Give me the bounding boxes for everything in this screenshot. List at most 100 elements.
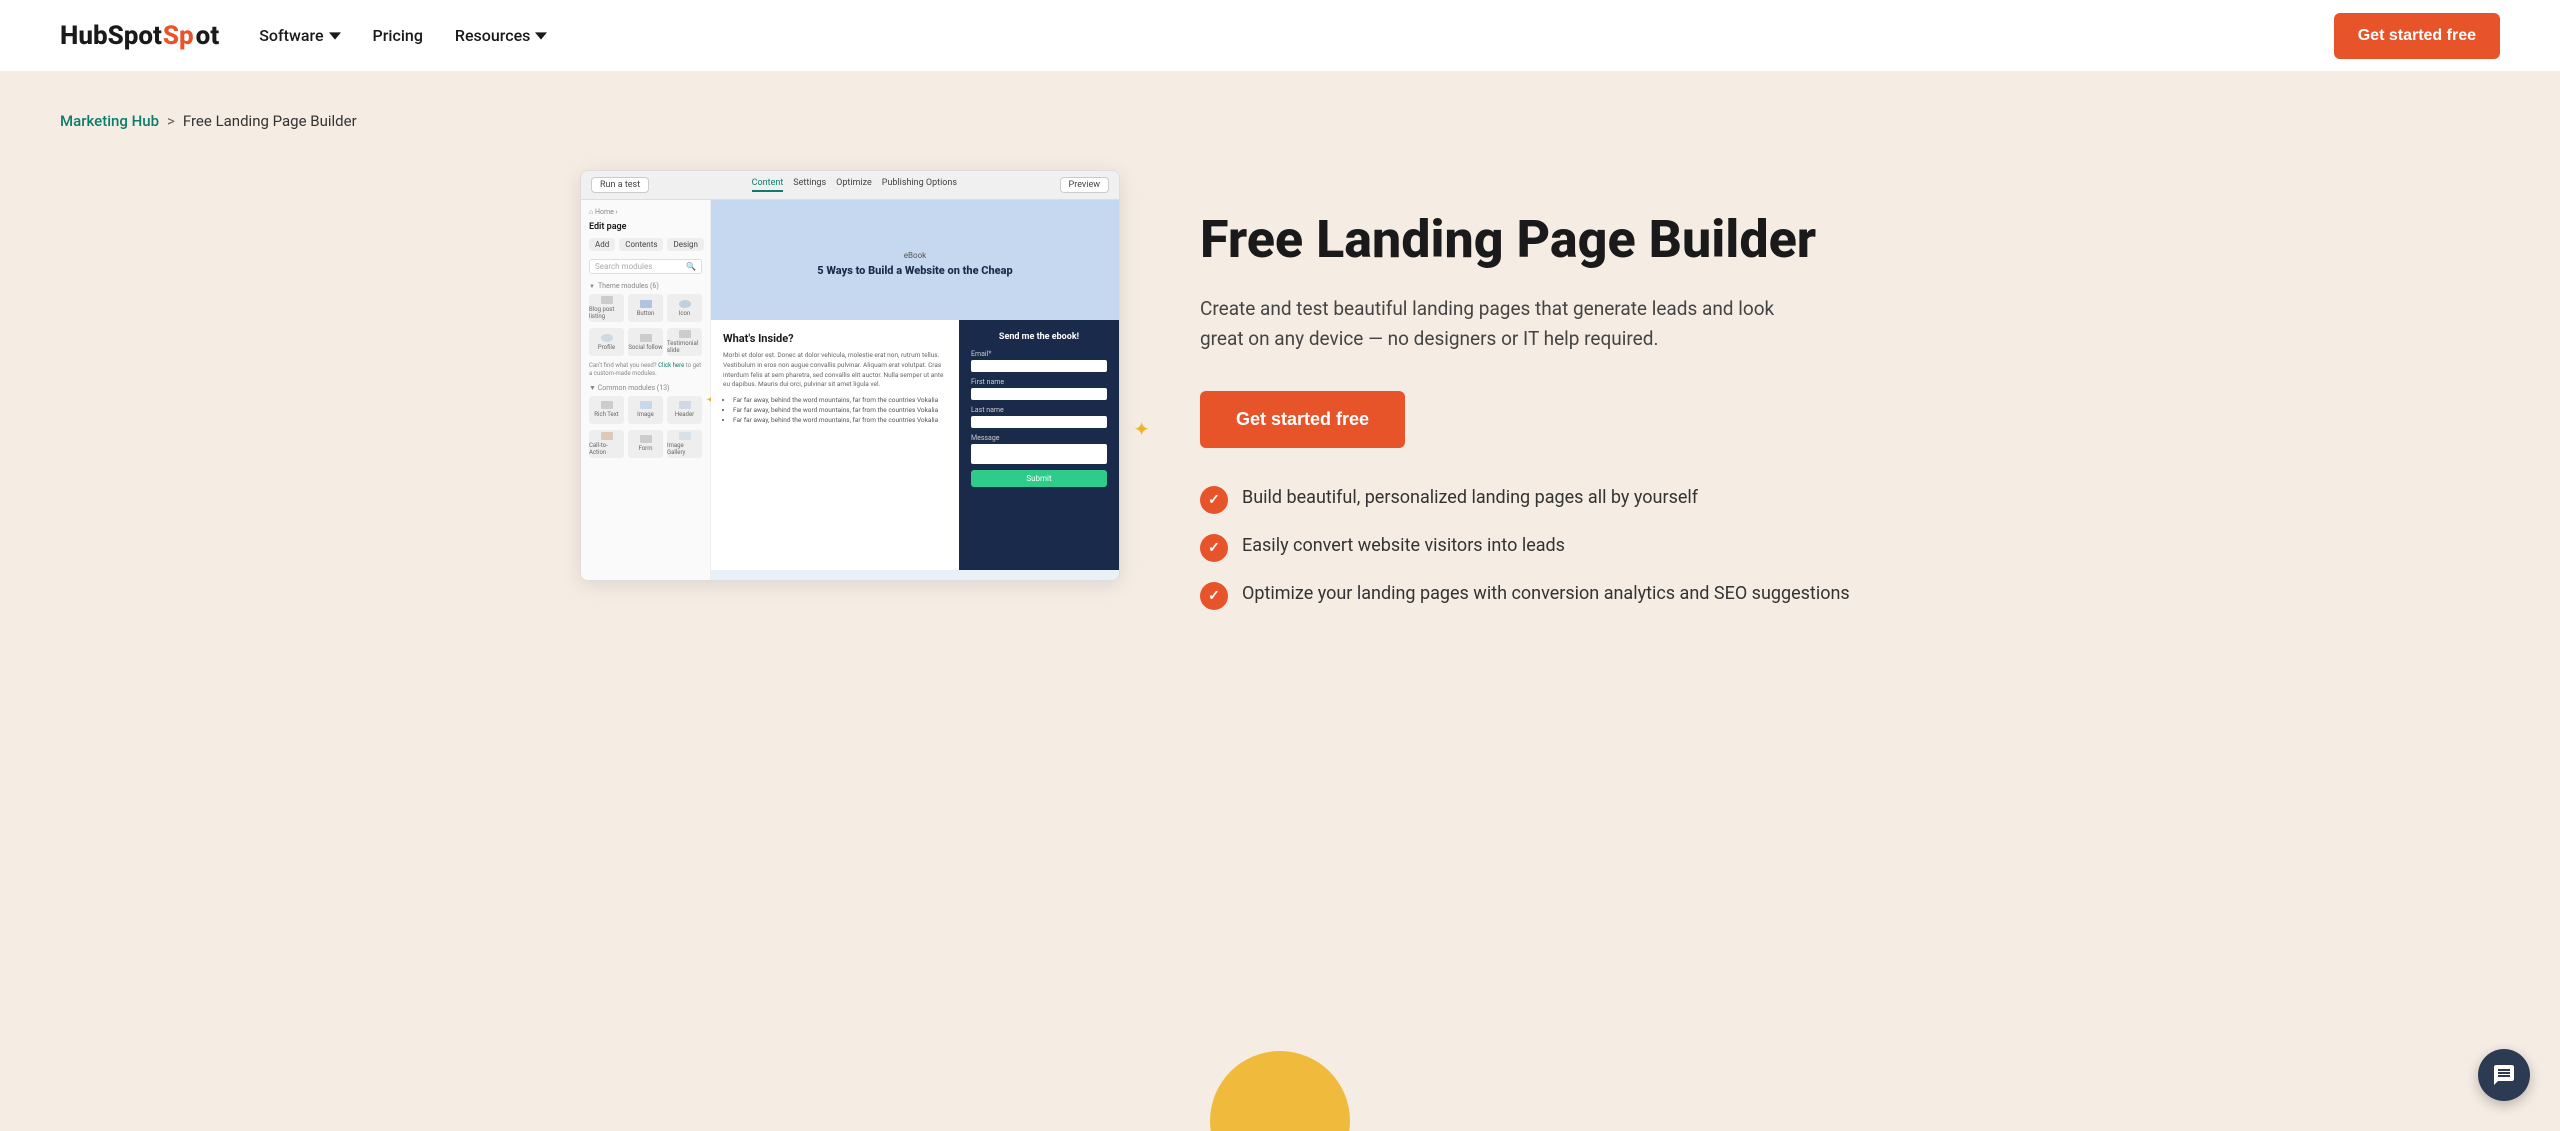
- mockup-ebook-label: eBook: [904, 251, 926, 260]
- breadcrumb-parent[interactable]: Marketing Hub: [60, 112, 159, 130]
- hero-cta-button[interactable]: Get started free: [1200, 391, 1405, 448]
- mockup-body: ⌂ Home › Edit page Add Contents Design S…: [581, 200, 1119, 580]
- mockup-common-modules-label: ▼ Common modules (13): [589, 384, 702, 392]
- logo-spot: Sp: [163, 21, 194, 51]
- mockup-sidebar: ⌂ Home › Edit page Add Contents Design S…: [581, 200, 711, 580]
- mockup-grid-richtext: Rich Text: [589, 396, 624, 424]
- logo-text: HubSpot: [60, 21, 162, 51]
- mockup-main: eBook 5 Ways to Build a Website on the C…: [711, 200, 1119, 580]
- breadcrumb: Marketing Hub > Free Landing Page Builde…: [60, 112, 2500, 130]
- mockup-whats-inside: What's Inside?: [723, 332, 947, 345]
- hero-feature-3: Optimize your landing pages with convers…: [1200, 580, 1980, 610]
- software-label: Software: [259, 26, 323, 45]
- pricing-label: Pricing: [373, 26, 423, 45]
- nav-software[interactable]: Software: [259, 26, 340, 45]
- list-item: Far far away, behind the word mountains,…: [733, 396, 947, 404]
- list-item: Far far away, behind the word mountains,…: [733, 416, 947, 424]
- mockup-content-area: What's Inside? Morbi et dolor est. Donec…: [711, 320, 1119, 570]
- mockup-btn-add: Add: [589, 238, 615, 251]
- mockup-form-input-message: [971, 444, 1107, 464]
- mockup-search: Search modules 🔍: [589, 259, 702, 274]
- mockup-tab-optimize: Optimize: [836, 178, 872, 192]
- mockup-tab-publishing: Publishing Options: [882, 178, 957, 192]
- mockup-tabs: Content Settings Optimize Publishing Opt…: [752, 178, 957, 192]
- mockup-form-label-email: Email*: [971, 350, 1107, 358]
- mockup-grid-gallery: Image Gallery: [667, 430, 702, 458]
- mockup-form-submit: Submit: [971, 470, 1107, 487]
- hero-section: Marketing Hub > Free Landing Page Builde…: [0, 72, 2560, 1131]
- resources-chevron-icon: [535, 30, 547, 42]
- hero-description: Create and test beautiful landing pages …: [1200, 294, 1780, 355]
- hero-title: Free Landing Page Builder: [1200, 210, 1980, 270]
- mockup-container: Run a test Content Settings Optimize Pub…: [580, 170, 1120, 581]
- feature-text-3: Optimize your landing pages with convers…: [1242, 580, 1850, 607]
- mockup-grid-profile: Profile: [589, 328, 624, 356]
- mockup-common-grid-1: Rich Text Image Header: [589, 396, 702, 424]
- mockup-form-title: Send me the ebook!: [971, 332, 1107, 342]
- hero-features-list: Build beautiful, personalized landing pa…: [1200, 484, 1980, 610]
- nav-links: Software Pricing Resources: [259, 26, 547, 45]
- mockup-lorem: Morbi et dolor est. Donec at dolor vehic…: [723, 351, 947, 390]
- mockup-grid-form: Form: [628, 430, 663, 458]
- breadcrumb-separator: >: [167, 112, 175, 130]
- nav-pricing[interactable]: Pricing: [373, 26, 423, 45]
- mockup-search-icon: 🔍: [686, 262, 696, 271]
- mockup-action-btns: Add Contents Design: [589, 238, 702, 251]
- mockup-tab-settings: Settings: [793, 178, 826, 192]
- mockup-theme-modules-label: ▼ Theme modules (6): [589, 282, 702, 290]
- mockup-grid-cta: Call-to-Action: [589, 430, 624, 458]
- mockup-ebook-area: eBook 5 Ways to Build a Website on the C…: [711, 200, 1119, 320]
- mockup-ebook-title: 5 Ways to Build a Website on the Cheap: [817, 264, 1012, 278]
- mockup-left-content: What's Inside? Morbi et dolor est. Donec…: [711, 320, 959, 570]
- breadcrumb-current: Free Landing Page Builder: [183, 112, 357, 130]
- feature-check-icon-2: [1200, 534, 1228, 562]
- mockup-form-input-lastname: [971, 416, 1107, 428]
- feature-check-icon-1: [1200, 486, 1228, 514]
- feature-text-2: Easily convert website visitors into lea…: [1242, 532, 1565, 559]
- mockup-grid-blog: Blog post listing: [589, 294, 624, 322]
- mockup-form-input-firstname: [971, 388, 1107, 400]
- sparkle-icon-3: ✦: [1133, 417, 1150, 441]
- navbar-cta-button[interactable]: Get started free: [2334, 13, 2500, 59]
- mockup-theme-grid-2: Profile Social follow Testimonial slide: [589, 328, 702, 356]
- mockup-bullet-list: Far far away, behind the word mountains,…: [723, 396, 947, 424]
- mockup-topbar: Run a test Content Settings Optimize Pub…: [581, 171, 1119, 200]
- mockup-grid-image: Image: [628, 396, 663, 424]
- mockup-form-label-firstname: First name: [971, 378, 1107, 386]
- mockup-run-test: Run a test: [591, 177, 649, 193]
- software-chevron-icon: [329, 30, 341, 42]
- mockup-grid-icon: Icon: [667, 294, 702, 322]
- hubspot-logo[interactable]: HubSpotSpot: [60, 21, 219, 51]
- feature-check-icon-3: [1200, 582, 1228, 610]
- mockup-right-form: Send me the ebook! Email* First name Las…: [959, 320, 1119, 570]
- navbar: HubSpotSpot Software Pricing Resources G…: [0, 0, 2560, 72]
- hero-feature-1: Build beautiful, personalized landing pa…: [1200, 484, 1980, 514]
- mockup-form-label-message: Message: [971, 434, 1107, 442]
- mockup-grid-social: Social follow: [628, 328, 663, 356]
- mockup-grid-button: Button: [628, 294, 663, 322]
- nav-resources[interactable]: Resources: [455, 26, 548, 45]
- hero-feature-2: Easily convert website visitors into lea…: [1200, 532, 1980, 562]
- mockup-theme-grid-1: Blog post listing Button Icon: [589, 294, 702, 322]
- mockup-preview-btn: Preview: [1060, 177, 1109, 193]
- hero-left: ✦ ✦ ✦ Run a test Content Settings Optimi…: [580, 170, 1120, 581]
- mockup-sidebar-breadcrumb: ⌂ Home ›: [589, 208, 702, 216]
- logo-ot: ot: [196, 21, 220, 51]
- mockup-btn-contents: Contents: [619, 238, 663, 251]
- mockup-common-grid-2: Call-to-Action Form Image Gallery: [589, 430, 702, 458]
- bottom-decoration: [1210, 1051, 1350, 1131]
- list-item: Far far away, behind the word mountains,…: [733, 406, 947, 414]
- mockup-tab-content: Content: [752, 178, 784, 192]
- mockup-grid-testimonial: Testimonial slide: [667, 328, 702, 356]
- feature-text-1: Build beautiful, personalized landing pa…: [1242, 484, 1698, 511]
- mockup-btn-design: Design: [667, 238, 703, 251]
- hero-right: Free Landing Page Builder Create and tes…: [1200, 170, 1980, 610]
- resources-label: Resources: [455, 26, 531, 45]
- mockup-form-input-email: [971, 360, 1107, 372]
- mockup-cant-find: Can't find what you need? Click here to …: [589, 362, 702, 378]
- chat-icon: [2492, 1063, 2516, 1087]
- mockup-grid-header: Header: [667, 396, 702, 424]
- chat-widget[interactable]: [2478, 1049, 2530, 1101]
- mockup-search-placeholder: Search modules: [595, 262, 686, 271]
- navbar-left: HubSpotSpot Software Pricing Resources: [60, 21, 547, 51]
